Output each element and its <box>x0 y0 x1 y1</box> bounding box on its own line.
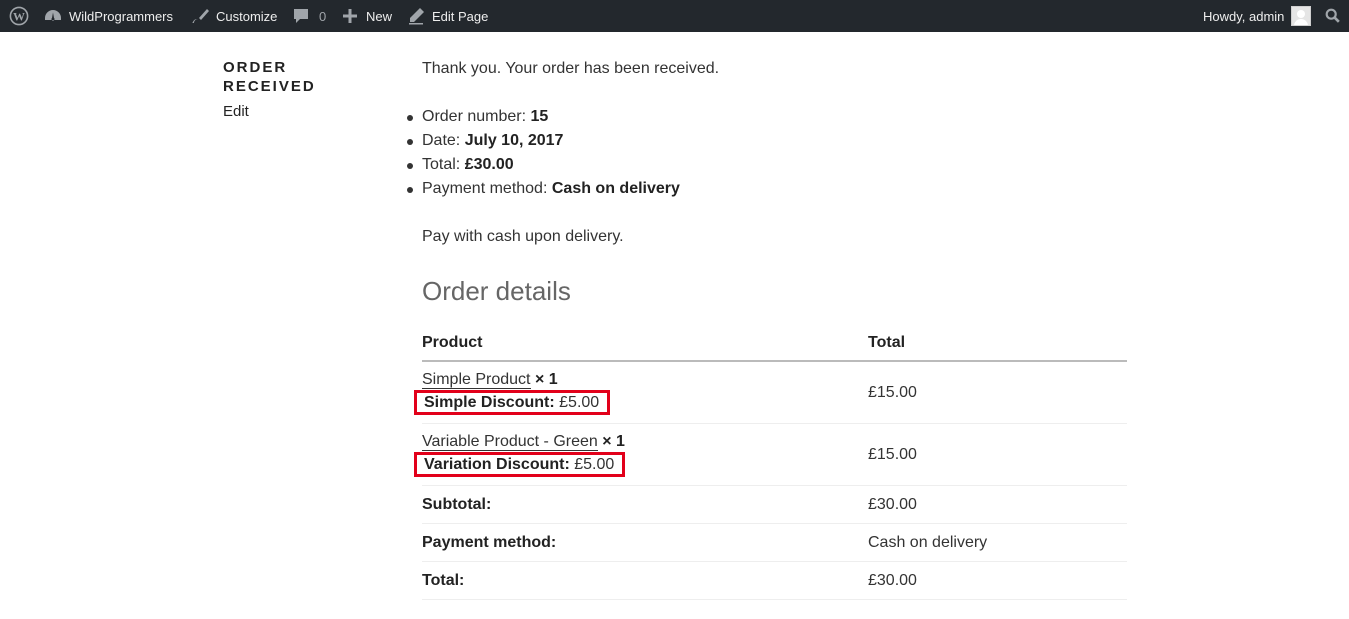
subtotal-label: Subtotal: <box>422 485 868 524</box>
product-quantity: × 1 <box>534 370 558 388</box>
discount-meta-highlight: Simple Discount: £5.00 <box>414 389 611 415</box>
search-icon[interactable] <box>1324 0 1342 32</box>
svg-text:W: W <box>13 10 25 24</box>
product-link[interactable]: Variable Product - Green <box>422 432 598 451</box>
customize-menu[interactable]: Customize <box>190 0 277 32</box>
pencil-icon <box>406 6 426 26</box>
line-total: £15.00 <box>868 361 1127 424</box>
product-cell: Variable Product - Green × 1 Variation D… <box>414 423 868 486</box>
payment-method-cell: Cash on delivery <box>868 523 1127 562</box>
table-header-row: Product Total <box>422 334 1127 362</box>
comments-count: 0 <box>319 8 327 24</box>
comments-menu[interactable]: 0 <box>291 0 326 32</box>
edit-link[interactable]: Edit <box>223 103 249 120</box>
edit-page-label: Edit Page <box>432 8 489 24</box>
comment-icon <box>291 6 311 26</box>
subtotal-row: Subtotal: £30.00 <box>422 485 1127 524</box>
total-label: Total: <box>422 561 868 600</box>
product-link[interactable]: Simple Product <box>422 370 531 389</box>
discount-label: Simple Discount: <box>424 393 555 411</box>
discount-meta-highlight: Variation Discount: £5.00 <box>414 451 626 477</box>
payment-method-value: Cash on delivery <box>551 180 680 197</box>
brush-icon <box>190 6 210 26</box>
product-cell: Simple Product × 1 Simple Discount: £5.0… <box>414 361 868 424</box>
total-value: £30.00 <box>868 561 1127 600</box>
edit-page-menu[interactable]: Edit Page <box>406 0 488 32</box>
order-date-value: July 10, 2017 <box>464 132 564 149</box>
wordpress-logo-icon[interactable]: W <box>9 0 29 32</box>
product-column-header: Product <box>422 334 868 362</box>
table-row: Variable Product - Green × 1 Variation D… <box>414 423 1127 486</box>
order-details-table: Product Total Simple Product × 1 Simple … <box>414 334 1127 600</box>
order-details-title: Order details <box>422 276 571 306</box>
subtotal-value: £30.00 <box>868 485 1127 524</box>
customize-label: Customize <box>216 8 278 24</box>
order-date-item: Date: July 10, 2017 <box>407 130 680 154</box>
discount-value: £5.00 <box>559 393 600 411</box>
thank-you-message: Thank you. Your order has been received. <box>422 60 720 77</box>
new-label: New <box>366 8 393 24</box>
payment-method-item: Payment method: Cash on delivery <box>407 178 680 202</box>
payment-method-row: Payment method: Cash on delivery <box>422 523 1127 562</box>
line-total: £15.00 <box>868 423 1127 486</box>
total-row: Total: £30.00 <box>422 561 1127 600</box>
order-total-item: Total: £30.00 <box>407 154 680 178</box>
discount-label: Variation Discount: <box>424 455 570 473</box>
my-account-menu[interactable]: Howdy, admin <box>1203 0 1312 32</box>
plus-icon <box>340 6 360 26</box>
order-number-value: 15 <box>530 108 549 125</box>
order-total-value: £30.00 <box>464 156 514 173</box>
page-title: ORDER RECEIVED <box>223 59 316 95</box>
howdy-label: Howdy, admin <box>1203 8 1285 24</box>
order-number-item: Order number: 15 <box>407 106 680 130</box>
site-name: WildProgrammers <box>69 8 174 24</box>
new-content-menu[interactable]: New <box>340 0 392 32</box>
admin-bar: W WildProgrammers Customize 0 New Edit P… <box>0 0 1349 32</box>
total-column-header: Total <box>868 334 1127 362</box>
site-name-menu[interactable]: WildProgrammers <box>43 0 173 32</box>
order-overview: Order number: 15 Date: July 10, 2017 Tot… <box>407 106 680 202</box>
payment-method-label: Payment method: <box>422 523 868 562</box>
table-row: Simple Product × 1 Simple Discount: £5.0… <box>414 361 1127 424</box>
discount-value: £5.00 <box>574 455 615 473</box>
product-quantity: × 1 <box>602 432 625 450</box>
avatar <box>1291 6 1312 26</box>
payment-instructions: Pay with cash upon delivery. <box>422 228 624 245</box>
dashboard-icon <box>43 6 63 26</box>
